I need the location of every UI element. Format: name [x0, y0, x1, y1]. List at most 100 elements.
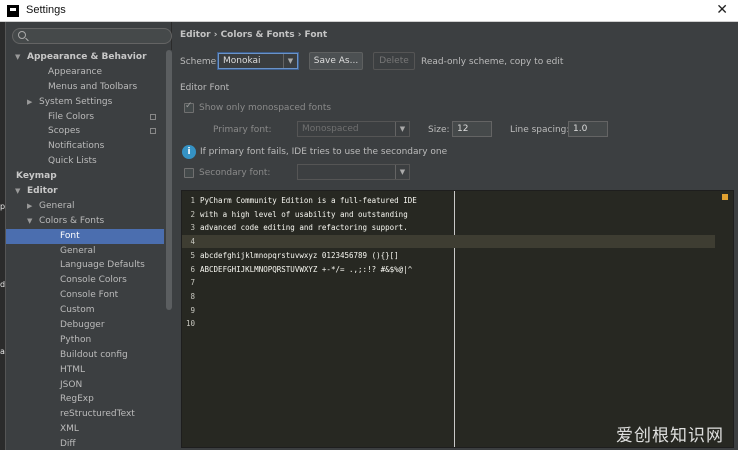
line-number: 7: [190, 278, 195, 288]
sidebar-item-xml[interactable]: XML: [6, 422, 164, 437]
sidebar-item-restructuredtext[interactable]: reStructuredText: [6, 407, 164, 422]
sidebar-item-general[interactable]: General: [6, 244, 164, 259]
preview-line: 5 abcdefghijklmnopqrstuvwxyz 0123456789 (…: [182, 249, 715, 262]
primary-font-value: Monospaced: [302, 124, 359, 134]
app-icon: [7, 5, 19, 17]
sidebar-item-label: Editor: [27, 186, 58, 197]
sidebar-item-json[interactable]: JSON: [6, 378, 164, 393]
sidebar-item-quick-lists[interactable]: Quick Lists: [6, 154, 164, 169]
preview-line-text: with a high level of usability and outst…: [200, 209, 408, 219]
watermark: 爱创根知识网: [616, 426, 724, 446]
delete-button[interactable]: Delete: [373, 52, 415, 70]
sidebar-item-label: Scopes: [48, 126, 81, 137]
line-spacing-input[interactable]: 1.0: [568, 121, 608, 137]
sidebar-item-appearance[interactable]: Appearance: [6, 65, 164, 80]
sidebar-item-keymap[interactable]: Keymap: [6, 169, 164, 184]
readonly-note: Read-only scheme, copy to edit: [421, 57, 564, 67]
collapse-arrow-icon[interactable]: ▶: [27, 199, 32, 214]
settings-search-input[interactable]: [12, 28, 172, 44]
monospaced-only-checkbox[interactable]: [184, 101, 194, 113]
preview-line-text: ABCDEFGHIJKLMNOPQRSTUVWXYZ +-*/= .,;:!? …: [200, 264, 413, 274]
preview-line-text: abcdefghijklmnopqrstuvwxyz 0123456789 ()…: [200, 250, 399, 260]
sidebar-item-diff[interactable]: Diff: [6, 437, 164, 450]
chevron-down-icon: ▼: [283, 54, 297, 68]
expand-arrow-icon[interactable]: ▼: [15, 184, 20, 199]
sidebar-item-scopes[interactable]: Scopes: [6, 124, 164, 139]
sidebar-item-custom[interactable]: Custom: [6, 303, 164, 318]
line-number: 1: [190, 196, 195, 205]
font-settings-panel: Editor › Colors & Fonts › Font Scheme: M…: [172, 22, 738, 450]
title-bar: Settings ✕: [0, 0, 738, 22]
collapse-arrow-icon[interactable]: ▶: [27, 95, 32, 110]
sidebar-item-regexp[interactable]: RegExp: [6, 392, 164, 407]
sidebar-item-label: File Colors: [48, 111, 95, 122]
primary-font-select[interactable]: Monospaced ▼: [297, 121, 410, 137]
save-as-button[interactable]: Save As...: [309, 52, 363, 70]
sidebar-item-label: Menus and Toolbars: [48, 81, 138, 92]
line-number: 2: [190, 209, 195, 219]
info-icon: i: [182, 145, 196, 159]
sidebar-item-language-defaults[interactable]: Language Defaults: [6, 258, 164, 273]
line-number: 4: [190, 237, 195, 247]
line-number: 6: [190, 264, 195, 274]
sidebar-item-label: Notifications: [48, 141, 105, 152]
sidebar-item-menus-and-toolbars[interactable]: Menus and Toolbars: [6, 80, 164, 95]
sidebar-item-debugger[interactable]: Debugger: [6, 318, 164, 333]
font-preview-editor[interactable]: 1 PyCharm Community Edition is a full-fea…: [181, 190, 734, 448]
expand-arrow-icon[interactable]: ▼: [27, 214, 32, 229]
expand-arrow-icon[interactable]: ▼: [15, 50, 20, 65]
sidebar-item-console-font[interactable]: Console Font: [6, 288, 164, 303]
sidebar-item-label: Debugger: [60, 320, 105, 331]
settings-tree: ▼ Appearance & Behavior Appearance Menus an…: [6, 50, 164, 450]
preview-line-text: advanced code editing and refactoring su…: [200, 223, 408, 233]
sidebar-item-html[interactable]: HTML: [6, 363, 164, 378]
sidebar-scrollbar[interactable]: [165, 50, 172, 450]
secondary-font-label: Secondary font:: [199, 168, 271, 178]
sidebar-item-colors-fonts[interactable]: ▼ Colors & Fonts: [6, 214, 164, 229]
primary-font-label: Primary font:: [213, 125, 272, 135]
preview-line: 8: [182, 290, 715, 303]
sidebar-item-label: Buildout config: [60, 349, 128, 360]
sidebar-item-buildout-config[interactable]: Buildout config: [6, 348, 164, 363]
scheme-select[interactable]: Monokai ▼: [218, 53, 298, 69]
close-icon[interactable]: ✕: [716, 2, 728, 18]
line-number: 10: [185, 319, 195, 329]
sidebar-item-notifications[interactable]: Notifications: [6, 139, 164, 154]
sidebar-item-label: Appearance: [48, 66, 103, 77]
sidebar-item-file-colors[interactable]: File Colors: [6, 110, 164, 125]
edge-char: p: [0, 202, 6, 211]
monospaced-only-label: Show only monospaced fonts: [199, 103, 332, 113]
error-stripe-marker[interactable]: [722, 194, 728, 200]
sidebar-item-console-colors[interactable]: Console Colors: [6, 273, 164, 288]
preview-line: 6 ABCDEFGHIJKLMNOPQRSTUVWXYZ +-*/= .,;:!?…: [182, 263, 715, 276]
sidebar-item-label: XML: [60, 424, 79, 435]
sidebar-item-font[interactable]: Font: [6, 228, 164, 244]
line-spacing-label: Line spacing:: [510, 125, 570, 135]
sidebar-item-label: General: [39, 200, 75, 211]
sidebar-item-label: JSON: [60, 379, 83, 390]
edge-char: d: [0, 280, 6, 289]
project-scope-icon: [150, 128, 156, 135]
sidebar-item-general[interactable]: ▶ General: [6, 199, 164, 214]
sidebar-item-label: Language Defaults: [60, 260, 145, 271]
sidebar-item-label: reStructuredText: [60, 409, 135, 420]
sidebar-item-python[interactable]: Python: [6, 333, 164, 348]
sidebar-item-appearance-behavior[interactable]: ▼ Appearance & Behavior: [6, 50, 164, 65]
sidebar-item-system-settings[interactable]: ▶ System Settings: [6, 95, 164, 110]
edge-char: a: [0, 347, 5, 356]
sidebar-item-label: Custom: [60, 305, 95, 316]
sidebar-item-label: RegExp: [60, 394, 94, 405]
sidebar-item-label: Diff: [60, 439, 76, 450]
secondary-font-checkbox[interactable]: [184, 168, 194, 178]
sidebar-item-label: HTML: [60, 364, 86, 375]
sidebar-item-editor[interactable]: ▼ Editor: [6, 184, 164, 199]
preview-line: 1 PyCharm Community Edition is a full-fea…: [182, 194, 715, 207]
secondary-font-info: If primary font fails, IDE tries to use …: [200, 147, 448, 157]
preview-line-text: PyCharm Community Edition is a full-feat…: [200, 196, 417, 205]
font-size-input[interactable]: 12: [452, 121, 492, 137]
sidebar-item-label: Python: [60, 334, 92, 345]
line-number: 8: [190, 291, 195, 301]
secondary-font-select[interactable]: ▼: [297, 164, 410, 180]
sidebar-item-label: Quick Lists: [48, 156, 97, 167]
size-label: Size:: [428, 125, 450, 135]
